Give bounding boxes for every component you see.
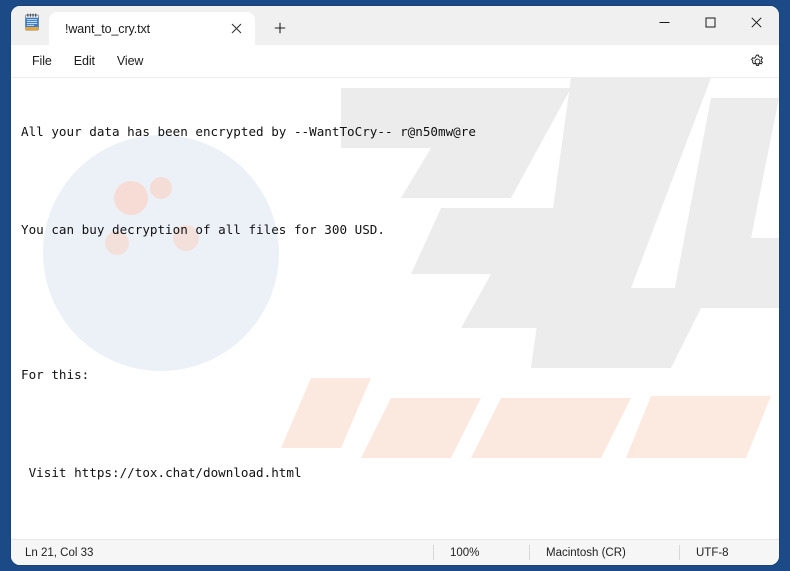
notepad-window: !want_to_cry.txt File Edit View All your… (11, 6, 779, 565)
menu-view[interactable]: View (106, 49, 154, 73)
title-bar: !want_to_cry.txt (11, 6, 779, 45)
tab-want-to-cry[interactable]: !want_to_cry.txt (49, 12, 255, 45)
plus-icon (274, 22, 286, 34)
close-icon (750, 17, 762, 28)
text-line: All your data has been encrypted by --Wa… (21, 124, 476, 140)
maximize-icon (705, 17, 715, 28)
text-line: Visit https://tox.chat/download.html (21, 464, 302, 480)
gear-icon (750, 54, 763, 66)
status-encoding[interactable]: UTF-8 (679, 545, 779, 560)
new-tab-button[interactable] (263, 13, 297, 43)
menu-edit[interactable]: Edit (63, 49, 106, 73)
close-button[interactable] (733, 6, 779, 39)
text-line (21, 513, 765, 529)
text-line (21, 270, 765, 286)
document-text[interactable]: All your data has been encrypted by --Wa… (11, 78, 779, 539)
menu-file[interactable]: File (21, 49, 63, 73)
minimize-button[interactable] (641, 6, 687, 39)
tab-strip: !want_to_cry.txt (49, 6, 297, 45)
maximize-button[interactable] (687, 6, 733, 39)
text-line: For this: (21, 367, 90, 383)
settings-button[interactable] (743, 48, 771, 74)
text-line: You can buy decryption of all files for … (21, 221, 385, 237)
text-line (21, 173, 765, 189)
notepad-icon (15, 6, 49, 45)
tab-close-icon[interactable] (223, 17, 249, 41)
tab-title: !want_to_cry.txt (65, 21, 151, 36)
text-line (21, 416, 765, 432)
status-cursor-position: Ln 21, Col 33 (25, 546, 94, 559)
status-zoom[interactable]: 100% (433, 545, 529, 560)
status-bar: Ln 21, Col 33 100% Macintosh (CR) UTF-8 (11, 539, 779, 565)
window-controls (641, 6, 779, 39)
status-line-ending[interactable]: Macintosh (CR) (529, 545, 679, 560)
minimize-icon (659, 22, 669, 23)
menu-bar: File Edit View (11, 45, 779, 78)
text-editor[interactable]: All your data has been encrypted by --Wa… (11, 78, 779, 539)
text-line (21, 319, 765, 335)
